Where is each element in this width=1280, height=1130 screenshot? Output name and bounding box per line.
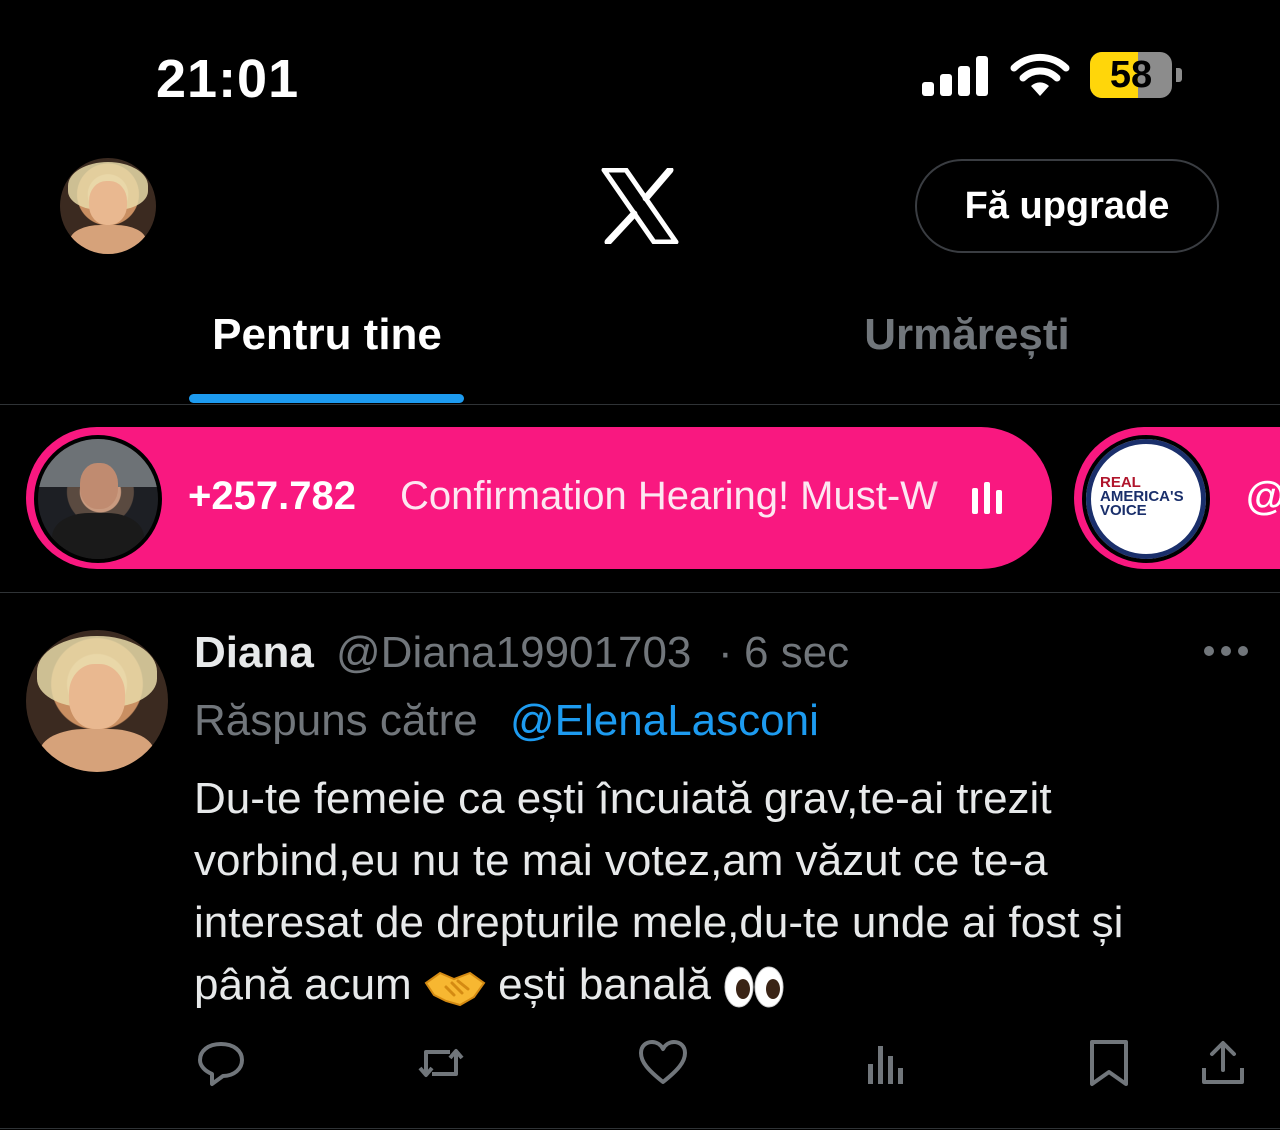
tweet-author-name[interactable]: Diana xyxy=(194,628,314,678)
tweet-text-line-3: interesat de drepturile mele,du-te unde … xyxy=(194,898,1124,947)
tweet-divider xyxy=(0,1128,1280,1129)
tabs-divider xyxy=(0,404,1280,405)
tweet-text-line-4-start: până acum xyxy=(194,960,412,1009)
tweet-author-avatar[interactable] xyxy=(26,630,168,772)
tab-following[interactable]: Urmărești xyxy=(830,310,1104,360)
like-icon[interactable] xyxy=(638,1038,688,1088)
rav-logo-text: REAL AMERICA'S VOICE xyxy=(1100,475,1192,519)
more-options-icon[interactable] xyxy=(1204,646,1248,658)
space-listener-count: +257.782 xyxy=(188,474,356,518)
tweet-text-line-4: până acum ești banală xyxy=(194,960,785,1010)
eyes-emoji-icon xyxy=(724,966,784,1008)
rav-logo-line-3: VOICE xyxy=(1100,502,1147,519)
profile-avatar[interactable] xyxy=(60,158,156,254)
tweet-separator: · xyxy=(718,628,733,677)
battery-icon: 58 xyxy=(1090,52,1182,98)
retweet-icon[interactable] xyxy=(416,1038,466,1088)
reply-to-mention[interactable]: @ElenaLasconi xyxy=(510,696,819,746)
space-host-avatar[interactable] xyxy=(34,435,162,563)
active-tab-indicator xyxy=(189,394,464,403)
share-icon[interactable] xyxy=(1198,1038,1248,1088)
views-icon[interactable] xyxy=(862,1038,912,1088)
space-title: Confirmation Hearing! Must-W xyxy=(400,474,938,518)
handshake-emoji-icon xyxy=(424,972,486,1007)
cellular-signal-icon xyxy=(922,56,988,96)
tab-for-you[interactable]: Pentru tine xyxy=(190,310,464,360)
space-title-fade xyxy=(930,470,962,526)
battery-level: 58 xyxy=(1109,54,1153,96)
tweet-timestamp[interactable]: 6 sec xyxy=(744,628,849,678)
reply-context-label: Răspuns către xyxy=(194,696,478,745)
tweet-author-handle[interactable]: @Diana19901703 xyxy=(336,628,691,678)
x-logo-icon[interactable] xyxy=(600,168,680,244)
status-time: 21:01 xyxy=(156,49,300,109)
upgrade-button[interactable]: Fă upgrade xyxy=(915,159,1219,253)
tweet-text-line-2: vorbind,eu nu te mai votez,am văzut ce t… xyxy=(194,836,1048,885)
audio-bars-icon xyxy=(972,482,1006,514)
tweet-text-line-1: Du-te femeie ca ești încuiată grav,te-ai… xyxy=(194,774,1052,823)
reply-icon[interactable] xyxy=(196,1038,246,1088)
wifi-icon xyxy=(1010,53,1070,96)
bookmark-icon[interactable] xyxy=(1084,1038,1134,1088)
space-2-handle: @ xyxy=(1246,474,1280,519)
spaces-divider xyxy=(0,592,1280,593)
screen: 21:01 58 Fă upgrade Pentru tine Urmăreșt… xyxy=(0,0,1280,1130)
tweet-text-line-4-end: ești banală xyxy=(498,960,711,1009)
